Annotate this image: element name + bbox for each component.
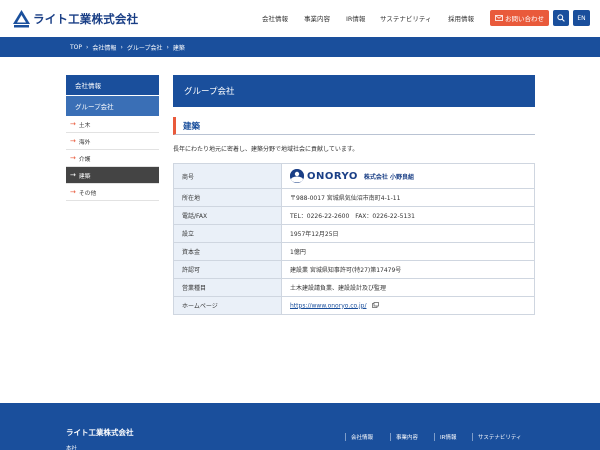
table-key: 設立 [173, 224, 282, 243]
onoryo-logo-icon [290, 169, 304, 183]
table-row: 許認可 建設業 宮城県知事許可(特27)第17479号 [173, 260, 535, 279]
breadcrumb-bar: TOP › 会社情報 › グループ会社 › 建築 [0, 37, 600, 57]
table-key: 営業種目 [173, 278, 282, 297]
table-value: 土木建設請負業、建設設計及び監理 [281, 278, 535, 297]
table-row: 電話/FAX TEL：0226-22-2600 FAX：0226-22-5131 [173, 206, 535, 225]
table-key: 電話/FAX [173, 206, 282, 225]
sidebar-item-label: 海外 [78, 139, 91, 146]
nav-item-sustainability[interactable]: サステナビリティ [380, 13, 431, 23]
nav-item-recruit[interactable]: 採用情報 [448, 13, 474, 23]
sidebar-heading[interactable]: 会社情報 [66, 75, 159, 95]
mail-icon [495, 15, 503, 21]
sidebar-item-label: 土木 [78, 122, 91, 129]
footer-nav-sustainability[interactable]: サステナビリティ [472, 433, 522, 441]
company-logo-jp: 株式会社 小野良組 [363, 173, 415, 181]
sidebar-subheading[interactable]: グループ会社 [66, 96, 159, 116]
footer-nav-business[interactable]: 事業内容 [390, 433, 418, 441]
arrow-right-icon: → [70, 137, 76, 145]
table-value: TEL：0226-22-2600 FAX：0226-22-5131 [281, 206, 535, 225]
sidebar-item-care[interactable]: → 介護 [66, 150, 159, 167]
arrow-right-icon: → [70, 154, 76, 162]
logo-text: ライト工業株式会社 [33, 12, 139, 26]
table-row: ホームページ https://www.onoryo.co.jp/ [173, 296, 535, 315]
contact-button[interactable]: お問い合わせ [490, 10, 549, 26]
sidebar-item-architecture[interactable]: → 建築 [66, 167, 159, 184]
sidebar: 会社情報 グループ会社 → 土木 → 海外 → 介護 → 建築 → その他 [66, 75, 159, 201]
footer-nav-ir[interactable]: IR情報 [434, 433, 456, 441]
external-link-icon [372, 301, 380, 310]
nav-item-business[interactable]: 事業内容 [304, 13, 330, 23]
table-value: 1億円 [281, 242, 535, 261]
chevron-right-icon: › [120, 44, 123, 51]
sidebar-item-label: 介護 [78, 156, 91, 163]
footer-company-name: ライト工業株式会社 [66, 428, 134, 437]
breadcrumb-item-current: 建築 [172, 45, 185, 52]
homepage-link[interactable]: https://www.onoryo.co.jp/ [290, 302, 367, 309]
sidebar-item-label: 建築 [78, 173, 91, 180]
table-value: https://www.onoryo.co.jp/ [281, 296, 535, 315]
breadcrumb-item-group[interactable]: グループ会社 [127, 43, 163, 52]
breadcrumb: TOP › 会社情報 › グループ会社 › 建築 [70, 43, 185, 52]
lead-text: 長年にわたり地元に密着し、建築分野で地域社会に貢献しています。 [173, 146, 359, 153]
arrow-right-icon: → [70, 120, 76, 128]
language-button[interactable]: EN [573, 10, 590, 26]
main-content: グループ会社 建築 長年にわたり地元に密着し、建築分野で地域社会に貢献しています… [173, 75, 535, 315]
sidebar-item-other[interactable]: → その他 [66, 184, 159, 201]
page-title: グループ会社 [173, 75, 535, 107]
sidebar-item-overseas[interactable]: → 海外 [66, 133, 159, 150]
sidebar-item-civil[interactable]: → 土木 [66, 116, 159, 133]
company-logo: ONORYO 株式会社 小野良組 [290, 169, 526, 183]
table-key: 資本金 [173, 242, 282, 261]
table-row: 商号 ONORYO 株式会社 小野良組 [173, 163, 535, 189]
table-key: ホームページ [173, 296, 282, 315]
logo-mark-icon [13, 10, 30, 28]
table-row: 所在地 〒988-0017 宮城県気仙沼市南町4-1-11 [173, 188, 535, 207]
site-header: ライト工業株式会社 会社情報 事業内容 IR情報 サステナビリティ 採用情報 お… [0, 0, 600, 37]
footer-sub: 本社 [66, 446, 78, 450]
sidebar-item-label: その他 [78, 190, 97, 197]
contact-button-label: お問い合わせ [505, 15, 544, 23]
nav-item-company[interactable]: 会社情報 [262, 13, 288, 23]
table-key: 所在地 [173, 188, 282, 207]
section-title: 建築 [173, 117, 535, 135]
table-value: 1957年12月25日 [281, 224, 535, 243]
footer-nav-company[interactable]: 会社情報 [345, 433, 373, 441]
search-button[interactable] [553, 10, 569, 26]
chevron-right-icon: › [166, 44, 169, 51]
site-footer: ライト工業株式会社 本社 会社情報 事業内容 IR情報 サステナビリティ [0, 403, 600, 450]
table-value: ONORYO 株式会社 小野良組 [281, 163, 535, 189]
table-row: 資本金 1億円 [173, 242, 535, 261]
company-logo-word: ONORYO [307, 170, 358, 182]
breadcrumb-item-company[interactable]: 会社情報 [92, 43, 116, 52]
table-value: 建設業 宮城県知事許可(特27)第17479号 [281, 260, 535, 279]
chevron-right-icon: › [86, 44, 89, 51]
company-info-table: 商号 ONORYO 株式会社 小野良組 所在地 〒988-0017 宮城県気仙沼… [173, 163, 535, 315]
breadcrumb-item-top[interactable]: TOP [70, 44, 82, 51]
search-icon [557, 14, 565, 22]
table-key: 許認可 [173, 260, 282, 279]
table-key: 商号 [173, 163, 282, 189]
table-row: 設立 1957年12月25日 [173, 224, 535, 243]
table-row: 営業種目 土木建設請負業、建設設計及び監理 [173, 278, 535, 297]
nav-item-ir[interactable]: IR情報 [346, 13, 365, 23]
table-value: 〒988-0017 宮城県気仙沼市南町4-1-11 [281, 188, 535, 207]
site-logo[interactable]: ライト工業株式会社 [13, 9, 138, 29]
arrow-right-icon: → [70, 171, 76, 179]
arrow-right-icon: → [70, 188, 76, 196]
